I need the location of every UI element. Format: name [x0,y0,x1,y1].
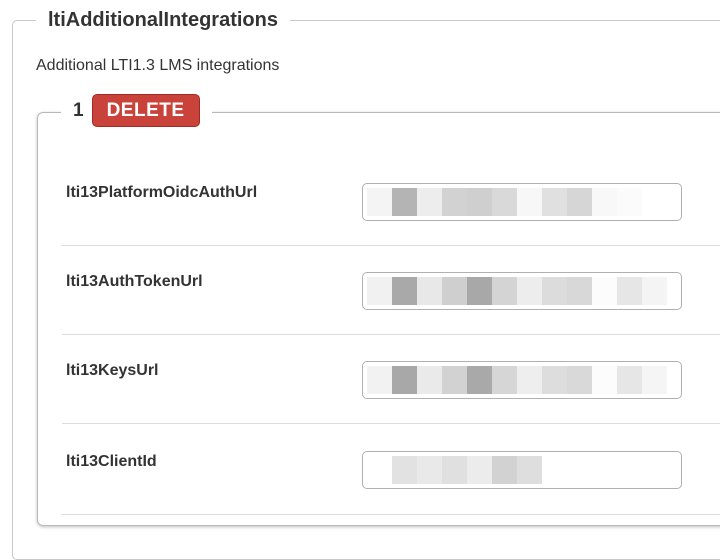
field-label-client-id: lti13ClientId [66,453,157,470]
section-description: Additional LTI1.3 LMS integrations [36,57,280,74]
client-id-input[interactable] [362,451,682,489]
row-divider [62,423,720,424]
redacted-value [367,366,677,394]
integration-index: 1 [73,99,84,121]
platform-oidc-auth-url-input[interactable] [362,183,682,221]
row-divider [62,245,720,246]
field-label-platform-oidc-auth-url: lti13PlatformOidcAuthUrl [66,184,258,201]
redacted-value [367,188,677,216]
row-divider [62,514,720,515]
auth-token-url-input[interactable] [362,272,682,310]
row-divider [62,334,720,335]
redacted-value [367,456,677,484]
section-title: ltiAdditionalIntegrations [36,6,290,34]
delete-integration-button[interactable]: DELETE [91,94,200,127]
integration-legend: 1 DELETE [61,94,212,127]
keys-url-input[interactable] [362,361,682,399]
redacted-value [367,277,677,305]
field-label-auth-token-url: lti13AuthTokenUrl [66,273,203,290]
field-label-keys-url: lti13KeysUrl [66,362,159,379]
